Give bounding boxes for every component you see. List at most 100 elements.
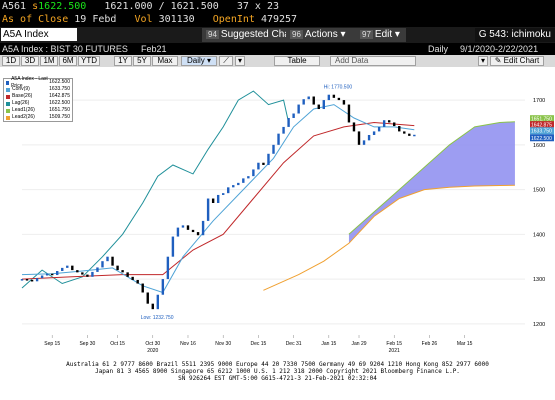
price-candle — [317, 104, 320, 110]
security-name: A5A Index : BIST 30 FUTURES — [2, 44, 128, 54]
suggested-charts-num: 94 — [206, 30, 219, 39]
x-tick-label: Mar 15 — [457, 341, 473, 347]
as-of-label: As of Close — [2, 14, 69, 25]
price-candle — [413, 134, 416, 137]
price-candle — [111, 256, 114, 266]
y-tick-label: 1500 — [533, 188, 545, 194]
legend-item: Lead1(26) 1651.750 — [4, 107, 72, 114]
actions-num: 96 — [290, 30, 303, 39]
footer-line-2: Japan 81 3 4565 8900 Singapore 65 6212 1… — [95, 368, 460, 375]
price-candle — [403, 131, 406, 134]
legend-name: Base(26) — [12, 93, 33, 99]
price-candle — [71, 265, 74, 271]
bid-ask: 1621.000 / 1621.500 — [104, 1, 219, 12]
legend-item: Lag(26) 1622.500 — [4, 100, 72, 107]
frequency-dropdown[interactable]: Daily ▾ — [181, 56, 217, 66]
price-candle — [146, 292, 149, 304]
x-tick-label: Nov 16 — [180, 341, 196, 347]
x-year-label: 2021 — [389, 348, 400, 354]
legend-value: 1509.750 — [49, 114, 70, 120]
ticker-input[interactable]: A5A Index — [1, 28, 77, 41]
price-candle — [237, 182, 240, 186]
edit-chart-label: Edit Chart — [503, 56, 540, 65]
price-candle — [272, 144, 275, 154]
price-candle — [262, 162, 265, 165]
legend-value: 1622.500 — [49, 100, 70, 106]
actions-label: Actions — [304, 29, 338, 40]
price-candle — [367, 134, 371, 141]
y-axis-panel — [530, 67, 555, 358]
add-data-input[interactable]: Add Data — [330, 56, 416, 66]
period-3d-button[interactable]: 3D — [21, 56, 39, 66]
price-candle — [30, 279, 34, 282]
chevron-down-icon: ▾ — [340, 29, 346, 40]
y-tick-label: 1700 — [533, 98, 545, 104]
x-tick-label: Sep 30 — [79, 341, 95, 347]
y-tick-label: 1300 — [533, 277, 545, 283]
price-candle — [136, 279, 139, 284]
edit-button[interactable]: 97 Edit ▾ — [356, 28, 406, 42]
table-button[interactable]: Table — [274, 56, 320, 66]
price-candle — [252, 169, 255, 177]
chevron-down-icon[interactable]: ▾ — [478, 56, 488, 66]
period-max-button[interactable]: Max — [152, 56, 178, 66]
x-tick-label: Dec 15 — [250, 341, 266, 347]
price-candle — [131, 276, 134, 280]
last-price: 1622.500 — [38, 1, 87, 12]
period-6m-button[interactable]: 6M — [59, 56, 77, 66]
edit-num: 97 — [360, 30, 373, 39]
legend-name: Lead1(26) — [12, 107, 35, 113]
ticker-code: A561 — [2, 1, 27, 12]
chevron-down-icon: ▾ — [394, 29, 400, 40]
plot-background — [0, 67, 530, 358]
legend-item: Base(26) 1642.875 — [4, 93, 72, 100]
x-tick-label: Feb 15 — [386, 341, 402, 347]
price-candle — [171, 236, 175, 257]
period-1y-button[interactable]: 1Y — [114, 56, 132, 66]
price-candle — [56, 271, 59, 276]
price-candle — [347, 104, 351, 123]
chart-area[interactable]: 1700 1600 1500 1400 1300 1200 Sep 15 Sep 30 Oct … — [0, 67, 555, 400]
edit-chart-button[interactable]: ✎ Edit Chart — [490, 56, 544, 66]
price-candle — [176, 227, 180, 237]
price-candle — [81, 272, 84, 275]
legend-name: Conv(9) — [12, 86, 30, 92]
price-candle — [166, 256, 170, 280]
price-candle — [106, 256, 109, 262]
x-tick-label: Oct 15 — [110, 341, 125, 347]
price-candle — [377, 126, 381, 132]
price-candle — [357, 131, 361, 145]
price-candle — [322, 100, 325, 110]
toolbar: A5A Index 94 Suggested Charts 96 Actions ▾… — [0, 27, 555, 43]
price-candle — [352, 122, 356, 132]
price-candle — [206, 198, 210, 221]
line-chart-icon[interactable]: ⟋ — [219, 56, 233, 66]
price-candle — [232, 185, 235, 188]
price-candle — [20, 279, 24, 281]
actions-button[interactable]: 96 Actions ▾ — [286, 28, 360, 42]
legend-name: Lag(26) — [12, 100, 30, 106]
footer-line-3: SN 926264 EST GMT-5:00 G615-4721-3 21-Fe… — [178, 375, 377, 382]
chart-id: G 543: ichimoku — [474, 28, 555, 42]
legend-value: 1642.875 — [49, 93, 70, 99]
period-5y-button[interactable]: 5Y — [133, 56, 151, 66]
ichimoku-chart[interactable]: 1700 1600 1500 1400 1300 1200 Sep 15 Sep 30 Oct … — [0, 67, 555, 358]
volume-value: 301130 — [158, 14, 195, 25]
legend-swatch — [6, 94, 10, 99]
y-tick-label: 1200 — [533, 322, 545, 328]
price-candle — [287, 117, 290, 127]
price-candle — [242, 178, 245, 183]
period-1d-button[interactable]: 1D — [2, 56, 20, 66]
contract-month: Feb21 — [141, 44, 167, 54]
price-candle — [50, 273, 54, 276]
period-ytd-button[interactable]: YTD — [78, 56, 100, 66]
footer-line-1: Australia 61 2 9777 8600 Brazil 5511 239… — [66, 361, 489, 368]
right-value-label: 1622.500 — [531, 136, 552, 142]
date-range: 9/1/2020-2/22/2021 — [460, 44, 539, 54]
edit-label: Edit — [374, 29, 393, 40]
period-1m-button[interactable]: 1M — [40, 56, 58, 66]
chevron-down-icon[interactable]: ▾ — [235, 56, 245, 66]
x-tick-label: Sep 15 — [44, 341, 60, 347]
price-candle — [96, 267, 99, 272]
price-candle — [211, 198, 215, 203]
